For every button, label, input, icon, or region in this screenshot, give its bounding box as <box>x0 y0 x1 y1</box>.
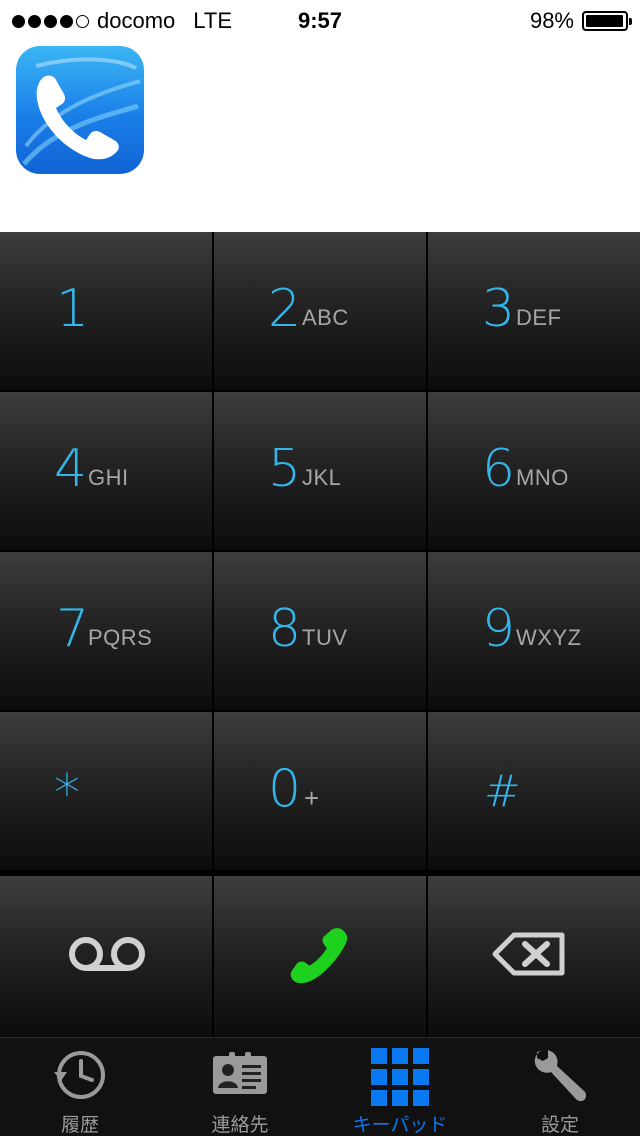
key-letters: JKL <box>302 465 342 490</box>
key-letters: ABC <box>302 305 349 330</box>
key-5[interactable]: 5 JKL <box>214 392 426 550</box>
key-digit: 7 <box>56 599 90 659</box>
battery-percentage: 98% <box>529 8 574 33</box>
key-digit: 9 <box>482 599 516 659</box>
key-4[interactable]: 4 GHI <box>0 392 212 550</box>
tab-keypad[interactable]: キーパッド <box>320 1038 480 1136</box>
key-letters: WXYZ <box>516 625 582 650</box>
status-bar: docomo LTE 9:57 98% <box>0 0 640 40</box>
header-area <box>0 40 640 232</box>
delete-button[interactable] <box>428 876 640 1037</box>
key-digit: 2 <box>268 279 302 339</box>
key-digit: 1 <box>56 279 90 339</box>
key-hash[interactable]: # <box>428 712 640 870</box>
tab-label: 履歴 <box>60 1114 99 1136</box>
key-digit: 0 <box>268 759 302 819</box>
wrench-icon <box>534 1050 587 1102</box>
keypad-grid-icon <box>371 1048 429 1106</box>
call-icon <box>290 928 348 984</box>
tab-settings[interactable]: 設定 <box>480 1038 640 1136</box>
tab-contacts[interactable]: 連絡先 <box>160 1038 320 1136</box>
key-digit: 3 <box>482 279 516 339</box>
key-digit: 5 <box>268 439 302 499</box>
key-digit: 6 <box>482 439 516 499</box>
contacts-card-icon <box>213 1052 267 1094</box>
key-digit: # <box>484 766 521 817</box>
key-1[interactable]: 1 <box>0 232 212 390</box>
backspace-icon <box>492 932 565 976</box>
tab-label: 設定 <box>540 1114 579 1136</box>
key-letters: PQRS <box>88 625 153 650</box>
key-digit: 4 <box>54 439 88 499</box>
key-letters: MNO <box>516 465 569 490</box>
key-letters: GHI <box>88 465 129 490</box>
key-0[interactable]: 0 + <box>214 712 426 870</box>
voicemail-icon <box>69 937 145 971</box>
key-7[interactable]: 7 PQRS <box>0 552 212 710</box>
battery-icon <box>582 11 632 31</box>
phone-handset-logo-icon <box>16 46 144 174</box>
key-letters: + <box>304 783 320 813</box>
key-3[interactable]: 3 DEF <box>428 232 640 390</box>
call-button[interactable] <box>214 876 426 1037</box>
key-6[interactable]: 6 MNO <box>428 392 640 550</box>
key-star[interactable]: * <box>0 712 212 870</box>
key-digit: 8 <box>268 599 302 659</box>
key-2[interactable]: 2 ABC <box>214 232 426 390</box>
tab-label: キーパッド <box>352 1114 448 1136</box>
dial-keypad: 1 2 ABC 3 DEF 4 GHI 5 JKL 6 MNO 7 PQRS 8… <box>0 232 640 1037</box>
key-9[interactable]: 9 WXYZ <box>428 552 640 710</box>
voicemail-button[interactable] <box>0 876 212 1037</box>
key-letters: TUV <box>302 625 348 650</box>
key-letters: DEF <box>516 305 562 330</box>
tab-history[interactable]: 履歴 <box>0 1038 160 1136</box>
key-digit: * <box>54 764 80 824</box>
history-clock-icon <box>54 1051 105 1099</box>
tab-bar: 履歴 連絡先 キーパッド 設定 <box>0 1037 640 1136</box>
key-8[interactable]: 8 TUV <box>214 552 426 710</box>
tab-label: 連絡先 <box>211 1114 269 1136</box>
